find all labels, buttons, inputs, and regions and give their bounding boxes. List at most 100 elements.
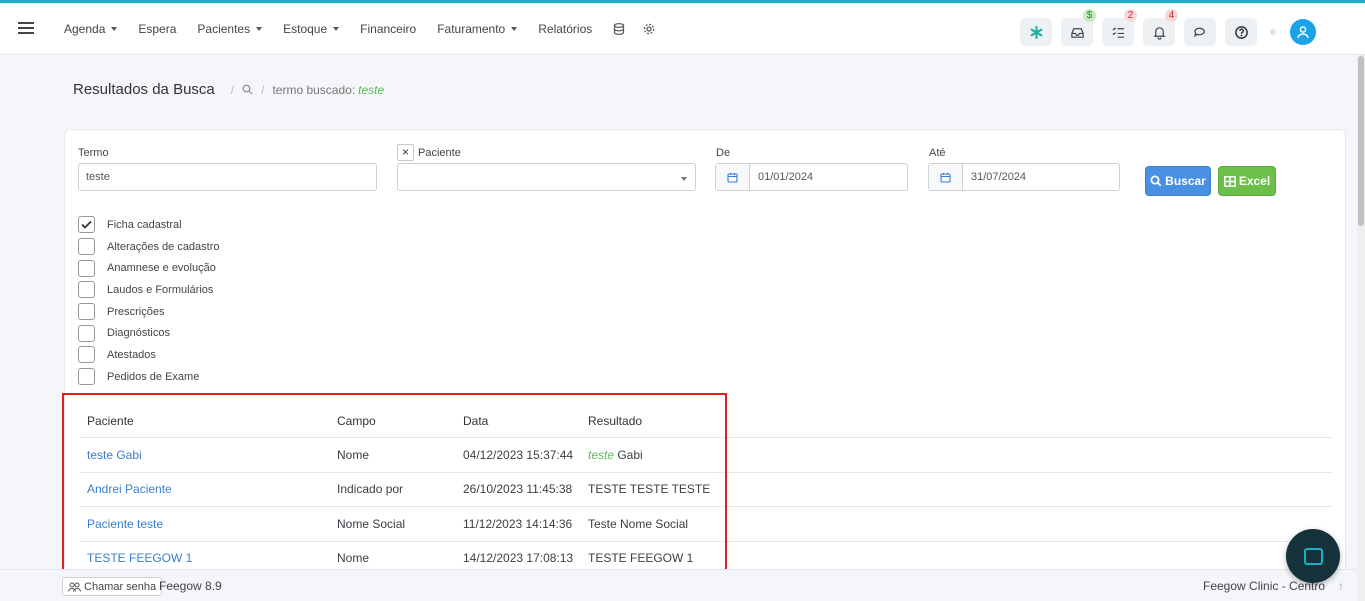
nav-estoque-label: Estoque: [283, 22, 328, 36]
help-icon: [1234, 25, 1248, 39]
checkbox-box[interactable]: [78, 346, 95, 364]
notifications-badge: 4: [1165, 9, 1178, 22]
notifications-button[interactable]: 4: [1143, 9, 1178, 46]
nav-estoque[interactable]: Estoque: [283, 22, 340, 36]
termo-value: teste: [86, 171, 110, 183]
cell-data: 14/12/2023 17:08:13: [463, 551, 574, 566]
users-icon: [68, 582, 81, 592]
chat-button[interactable]: [1184, 18, 1216, 46]
chamar-senha-label: Chamar senha: [84, 580, 157, 593]
main-nav: Agenda Espera Pacientes Estoque Financei…: [64, 22, 673, 36]
cell-resultado: TESTE TESTE TESTE: [588, 482, 710, 496]
ate-date-field[interactable]: 31/07/2024: [928, 163, 1120, 191]
result-text: TESTE FEEGOW 1: [588, 551, 694, 566]
ate-label: Até: [929, 147, 946, 159]
result-text: Teste Nome Social: [588, 516, 689, 531]
patient-link[interactable]: TESTE FEEGOW 1: [87, 551, 192, 565]
cell-resultado: teste Gabi: [588, 448, 643, 462]
excel-button[interactable]: Excel: [1218, 166, 1276, 196]
checkbox-box[interactable]: [78, 324, 95, 342]
result-highlight: teste: [588, 447, 615, 462]
table-row: Paciente teste Nome Social 11/12/2023 14…: [79, 507, 1333, 542]
filter-checkbox-list: Ficha cadastral Alterações de cadastro A…: [78, 214, 220, 388]
checkbox-anamnese-evolucao[interactable]: Anamnese e evolução: [78, 257, 220, 279]
table-row: Andrei Paciente Indicado por 26/10/2023 …: [79, 473, 1333, 507]
patient-link[interactable]: Paciente teste: [87, 517, 163, 531]
nav-pacientes-label: Pacientes: [197, 22, 251, 36]
avatar[interactable]: [1290, 19, 1316, 45]
calendar-icon[interactable]: [929, 164, 963, 190]
nav-faturamento[interactable]: Faturamento: [437, 22, 518, 36]
checkbox-diagnosticos[interactable]: Diagnósticos: [78, 322, 220, 344]
checkbox-atestados[interactable]: Atestados: [78, 344, 220, 366]
checkbox-prescricoes[interactable]: Prescrições: [78, 301, 220, 323]
cell-data: 26/10/2023 11:45:38: [463, 482, 573, 497]
results-table: Paciente Campo Data Resultado teste Gabi…: [79, 404, 1333, 576]
chat-widget-icon: [1303, 547, 1323, 565]
checkbox-label: Alterações de cadastro: [107, 240, 220, 253]
termo-input[interactable]: teste: [78, 163, 377, 191]
de-date-field[interactable]: 01/01/2024: [715, 163, 908, 191]
checkbox-label: Laudos e Formulários: [107, 283, 214, 296]
checkbox-pedidos-exame[interactable]: Pedidos de Exame: [78, 366, 220, 388]
status-dot: [1270, 29, 1276, 35]
nav-pacientes[interactable]: Pacientes: [197, 22, 263, 36]
page-title: Resultados da Busca: [73, 81, 215, 98]
buscar-button[interactable]: Buscar: [1145, 166, 1211, 196]
nav-relatorios[interactable]: Relatórios: [538, 22, 592, 36]
checkbox-box[interactable]: [78, 238, 95, 256]
nav-agenda[interactable]: Agenda: [64, 22, 118, 36]
nav-faturamento-label: Faturamento: [437, 22, 506, 36]
paciente-select[interactable]: [397, 163, 696, 191]
column-header-campo[interactable]: Campo: [337, 414, 376, 428]
checkbox-box[interactable]: [78, 303, 95, 321]
gear-icon[interactable]: [643, 23, 655, 35]
paciente-clear-button[interactable]: ×: [397, 144, 414, 161]
de-label: De: [716, 147, 731, 159]
chamar-senha-button[interactable]: Chamar senha: [62, 577, 163, 596]
patient-link[interactable]: Andrei Paciente: [87, 482, 172, 496]
checkbox-box[interactable]: [78, 368, 95, 386]
checkbox-label: Prescrições: [107, 305, 165, 318]
breadcrumb-term-label: termo buscado:: [272, 82, 356, 97]
user-icon: [1297, 26, 1309, 39]
menu-icon[interactable]: [18, 22, 34, 34]
excel-label: Excel: [1238, 174, 1271, 188]
inbox-button[interactable]: $: [1061, 9, 1096, 46]
chevron-down-icon: [333, 27, 340, 31]
checkbox-box[interactable]: [78, 281, 95, 299]
chevron-down-icon: [681, 177, 687, 181]
patient-link[interactable]: teste Gabi: [87, 448, 142, 462]
paciente-label: Paciente: [418, 147, 461, 159]
column-header-data[interactable]: Data: [463, 414, 488, 428]
asterisk-button[interactable]: [1020, 18, 1052, 46]
database-icon[interactable]: [613, 23, 625, 35]
checkbox-box[interactable]: [78, 259, 95, 277]
help-button[interactable]: [1225, 18, 1257, 46]
breadcrumb: Resultados da Busca / / termo buscado: t…: [73, 81, 384, 98]
checkbox-alteracoes-cadastro[interactable]: Alterações de cadastro: [78, 236, 220, 258]
cell-campo: Indicado por: [337, 482, 404, 497]
checkbox-laudos-formularios[interactable]: Laudos e Formulários: [78, 279, 220, 301]
nav-espera[interactable]: Espera: [138, 22, 176, 36]
chevron-down-icon: [511, 27, 518, 31]
column-header-paciente[interactable]: Paciente: [87, 414, 134, 428]
column-header-resultado[interactable]: Resultado: [588, 414, 642, 428]
cell-data: 11/12/2023 14:14:36: [463, 516, 573, 531]
floating-chat-button[interactable]: [1286, 529, 1340, 583]
breadcrumb-separator: /: [230, 82, 235, 97]
checklist-button[interactable]: 2: [1102, 9, 1137, 46]
scrollbar-thumb[interactable]: [1358, 56, 1364, 226]
checklist-badge: 2: [1124, 9, 1137, 22]
inbox-icon: [1070, 27, 1084, 38]
ate-value: 31/07/2024: [971, 171, 1027, 183]
buscar-label: Buscar: [1165, 174, 1206, 188]
cell-resultado: Teste Nome Social: [588, 517, 688, 531]
checkbox-box[interactable]: [78, 216, 95, 234]
calendar-icon[interactable]: [716, 164, 750, 190]
checkbox-ficha-cadastral[interactable]: Ficha cadastral: [78, 214, 220, 236]
nav-financeiro[interactable]: Financeiro: [360, 22, 416, 36]
arrow-up-icon[interactable]: ↑: [1338, 579, 1344, 593]
asterisk-icon: [1030, 25, 1042, 39]
nav-financeiro-label: Financeiro: [360, 22, 417, 36]
